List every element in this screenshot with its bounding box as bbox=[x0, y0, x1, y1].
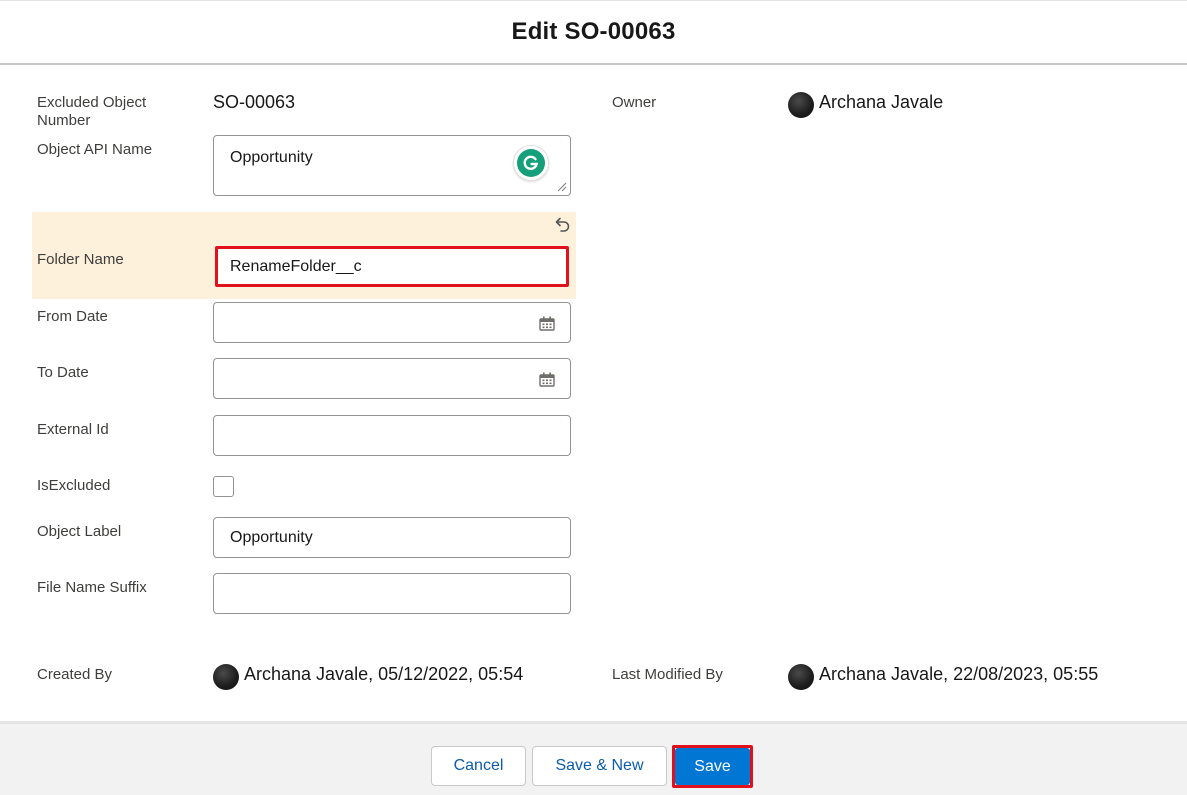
created-by-avatar bbox=[213, 664, 239, 690]
folder-name-value: RenameFolder__c bbox=[230, 257, 362, 275]
file-name-suffix-input[interactable] bbox=[213, 573, 571, 614]
excluded-object-number-label: Excluded Object Number bbox=[37, 94, 147, 129]
external-id-input[interactable] bbox=[213, 415, 571, 456]
modal-title: Edit SO-00063 bbox=[511, 18, 676, 45]
object-label-label: Object Label bbox=[37, 523, 122, 540]
save-button-highlight: Save bbox=[672, 745, 753, 788]
object-label-value: Opportunity bbox=[230, 528, 313, 546]
folder-name-input[interactable]: RenameFolder__c bbox=[215, 246, 569, 287]
save-button[interactable]: Save bbox=[675, 748, 750, 785]
created-by-label: Created By bbox=[37, 666, 113, 683]
from-date-input[interactable] bbox=[213, 302, 571, 343]
calendar-icon[interactable] bbox=[539, 372, 555, 387]
modal-header: Edit SO-00063 bbox=[0, 0, 1187, 65]
external-id-label: External Id bbox=[37, 421, 109, 438]
owner-value[interactable]: Archana Javale bbox=[819, 92, 943, 113]
resize-handle-icon[interactable] bbox=[557, 182, 567, 192]
created-by-value[interactable]: Archana Javale, 05/12/2022, 05:54 bbox=[244, 664, 523, 685]
is-excluded-checkbox[interactable] bbox=[213, 476, 234, 497]
calendar-icon[interactable] bbox=[539, 316, 555, 331]
from-date-label: From Date bbox=[37, 308, 108, 325]
last-modified-by-value[interactable]: Archana Javale, 22/08/2023, 05:55 bbox=[819, 664, 1098, 685]
object-label-input[interactable]: Opportunity bbox=[213, 517, 571, 558]
is-excluded-label: IsExcluded bbox=[37, 477, 111, 494]
grammarly-icon[interactable] bbox=[513, 145, 549, 181]
owner-avatar bbox=[788, 92, 814, 118]
undo-icon[interactable] bbox=[553, 216, 571, 234]
cancel-button[interactable]: Cancel bbox=[431, 746, 526, 786]
last-modified-by-label: Last Modified By bbox=[612, 666, 723, 683]
object-api-name-label: Object API Name bbox=[37, 141, 153, 158]
save-and-new-button[interactable]: Save & New bbox=[532, 746, 667, 786]
file-name-suffix-label: File Name Suffix bbox=[37, 579, 147, 596]
to-date-label: To Date bbox=[37, 364, 89, 381]
excluded-object-number-value: SO-00063 bbox=[213, 92, 296, 112]
grammarly-logo-icon bbox=[517, 149, 545, 177]
object-api-name-value: Opportunity bbox=[230, 149, 313, 166]
folder-name-label: Folder Name bbox=[37, 251, 124, 268]
to-date-input[interactable] bbox=[213, 358, 571, 399]
owner-label: Owner bbox=[612, 94, 657, 111]
last-modified-by-avatar bbox=[788, 664, 814, 690]
